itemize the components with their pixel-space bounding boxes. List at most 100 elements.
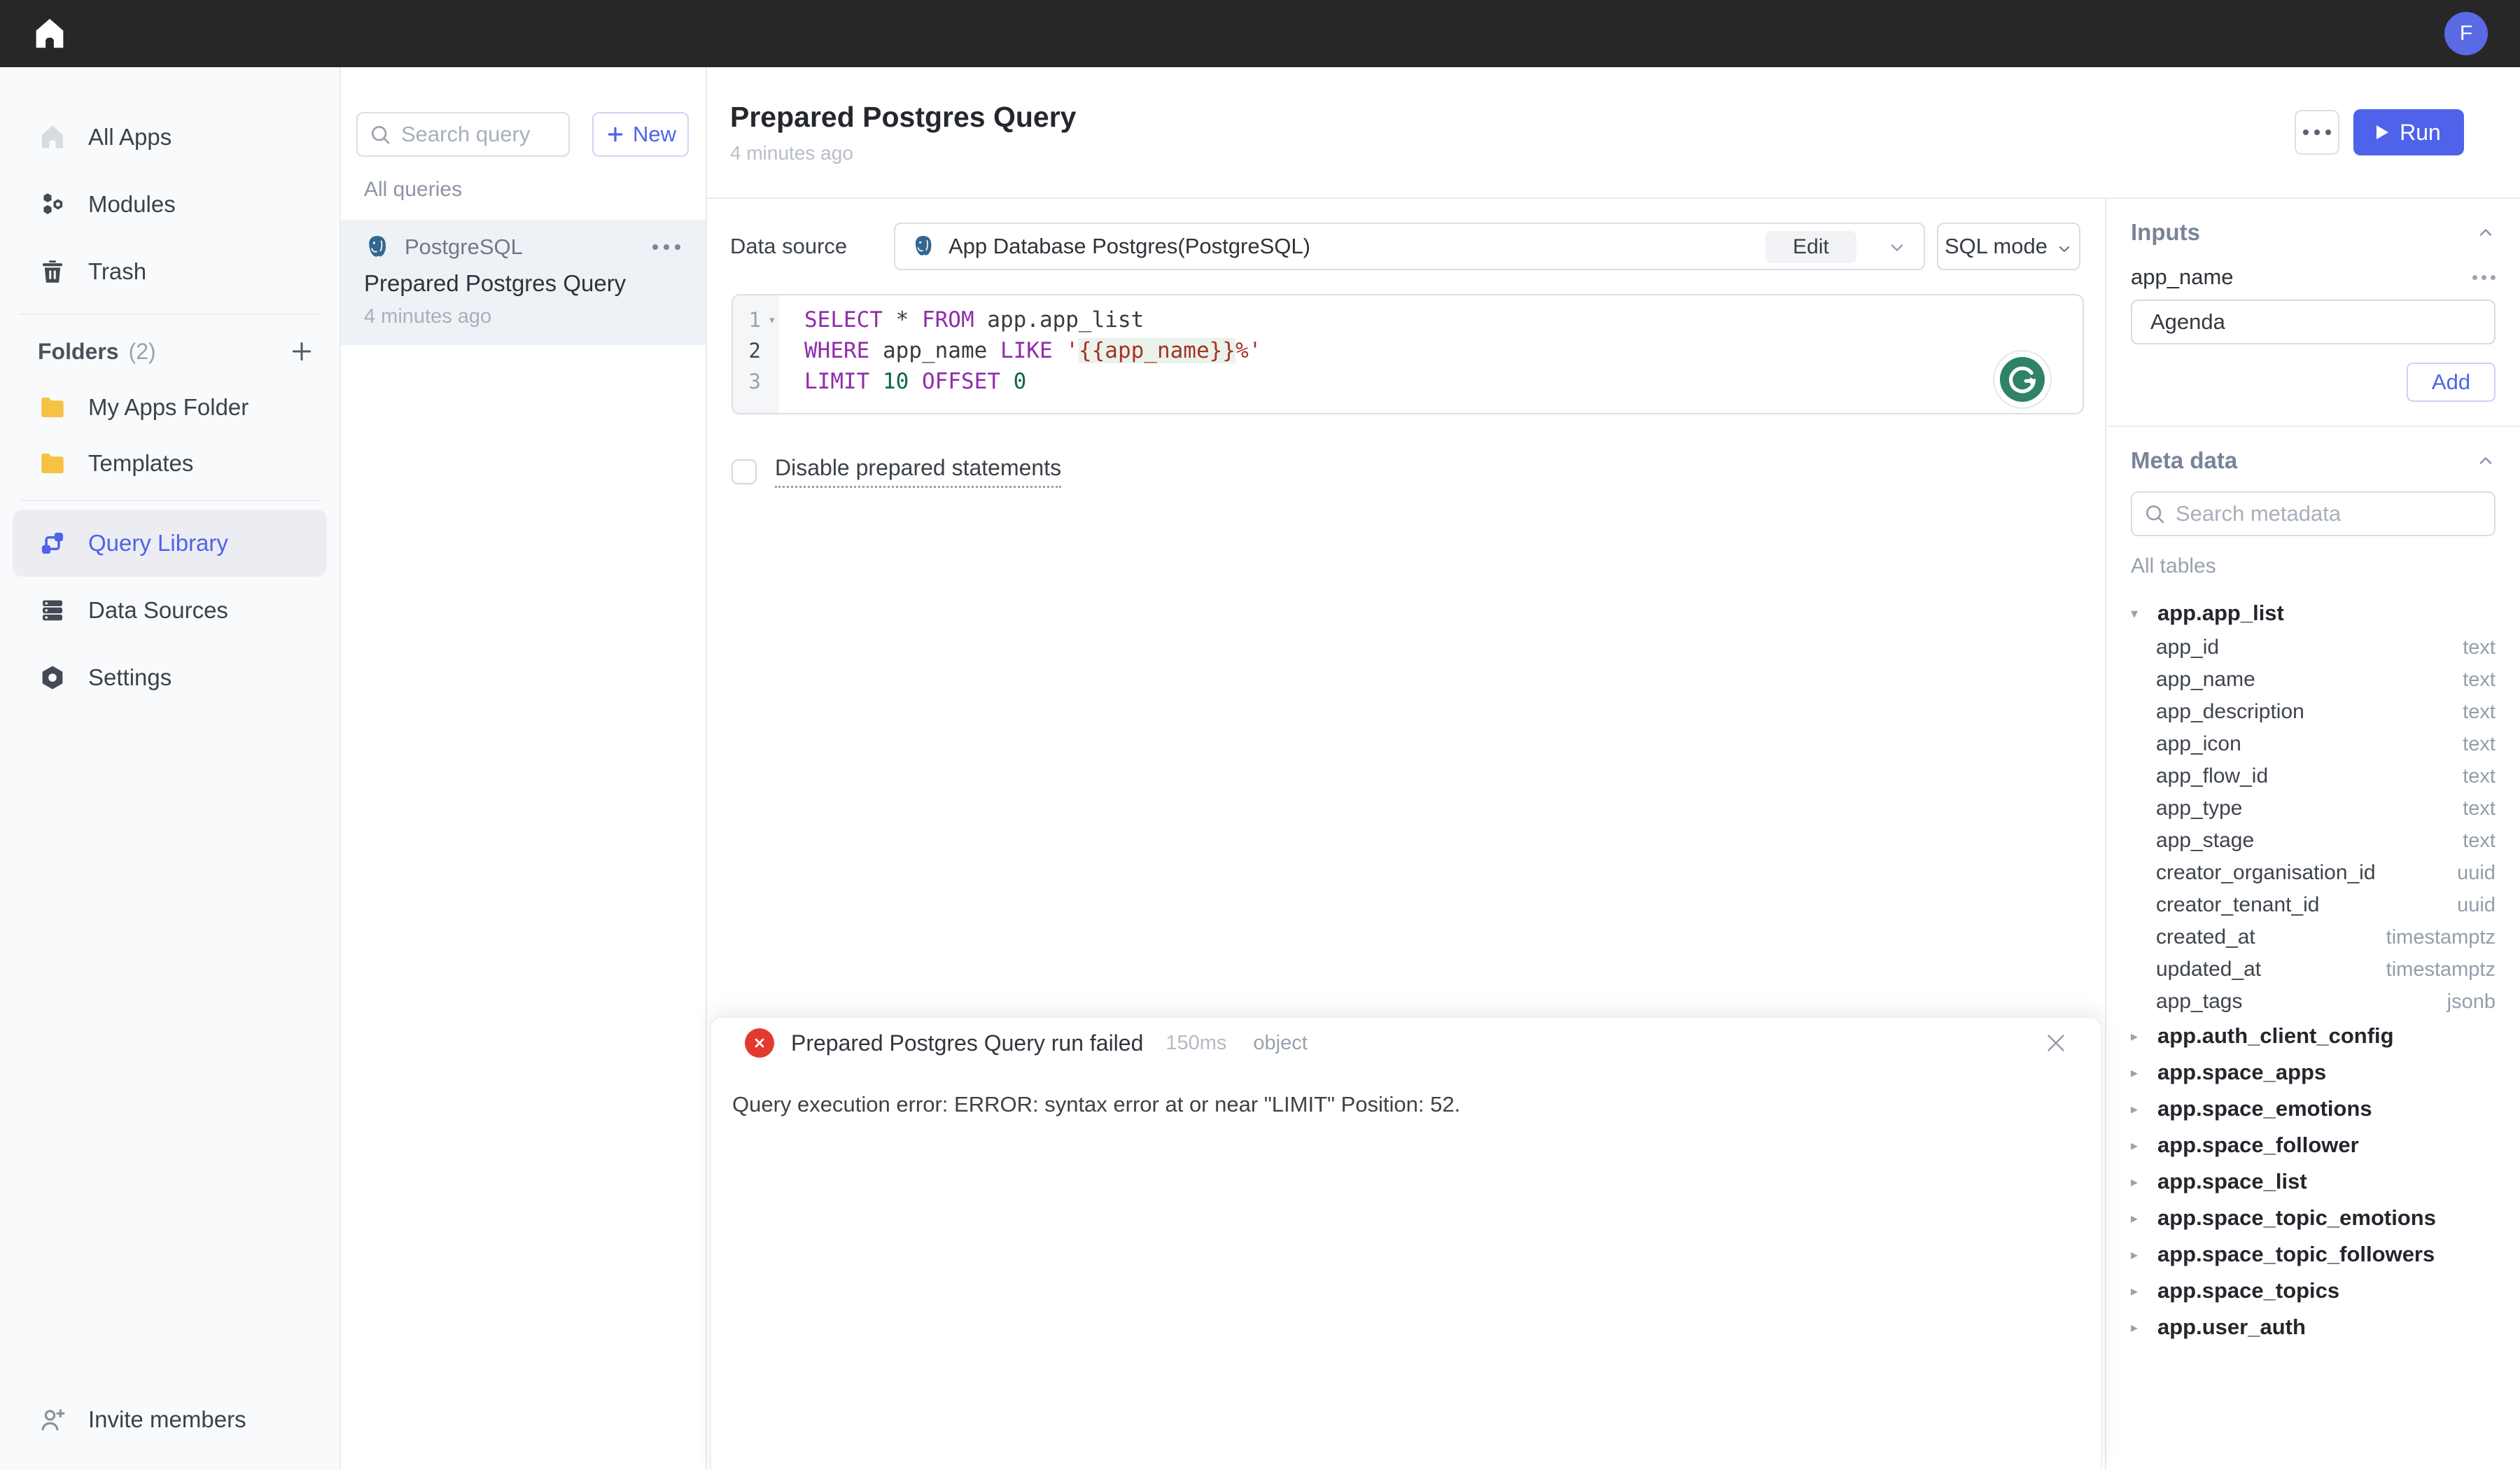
metadata-column-row[interactable]: app_stagetext (2131, 825, 2496, 857)
table-name: app.space_list (2157, 1169, 2307, 1194)
table-name: app.space_topic_emotions (2157, 1205, 2436, 1231)
metadata-column-row[interactable]: app_nametext (2131, 664, 2496, 696)
metadata-table-row-collapsed[interactable]: ▸app.space_topics (2131, 1273, 2496, 1309)
column-type: text (2463, 668, 2496, 692)
all-queries-label: All queries (364, 178, 706, 202)
add-parameter-button[interactable]: Add (2407, 363, 2496, 402)
sidebar-item-settings[interactable]: Settings (13, 644, 327, 711)
column-type: uuid (2457, 862, 2496, 885)
sql-mode-select[interactable]: SQL mode (1937, 223, 2080, 270)
metadata-column-row[interactable]: app_descriptiontext (2131, 696, 2496, 728)
column-name: app_stage (2156, 829, 2254, 853)
chevron-up-icon[interactable] (2476, 451, 2496, 470)
code-line: 1▾ SELECT * FROM app.app_list (733, 304, 2082, 335)
query-result-panel: Prepared Postgres Query run failed 150ms… (710, 1016, 2102, 1470)
caret-down-icon: ▾ (2131, 605, 2146, 622)
code-token: app.app_list (974, 307, 1144, 332)
play-icon (2376, 125, 2388, 139)
metadata-table-row-collapsed[interactable]: ▸app.space_emotions (2131, 1091, 2496, 1127)
line-number: 3 (733, 370, 761, 393)
sidebar-item-all-apps[interactable]: All Apps (13, 104, 327, 171)
modules-icon (38, 190, 67, 219)
sidebar-item-label: Modules (88, 191, 176, 218)
metadata-table-row-expanded[interactable]: ▾ app.app_list (2131, 595, 2496, 631)
home-icon (38, 122, 67, 152)
person-plus-icon (38, 1405, 67, 1434)
top-bar: F (0, 0, 2520, 67)
metadata-column-row[interactable]: app_flow_idtext (2131, 760, 2496, 792)
metadata-column-row[interactable]: updated_attimestamptz (2131, 953, 2496, 986)
line-number: 1 (733, 308, 761, 332)
metadata-column-row[interactable]: creator_tenant_iduuid (2131, 889, 2496, 921)
run-label: Run (2400, 120, 2441, 146)
sidebar-item-modules[interactable]: Modules (13, 171, 327, 238)
disable-prepared-statements-label: Disable prepared statements (775, 455, 1061, 488)
column-name: creator_tenant_id (2156, 893, 2320, 917)
table-name: app.auth_client_config (2157, 1023, 2394, 1049)
parameter-value-input[interactable] (2131, 300, 2496, 344)
new-query-button[interactable]: New (592, 112, 689, 157)
avatar[interactable]: F (2444, 12, 2488, 55)
data-source-select[interactable]: App Database Postgres(PostgreSQL) Edit (894, 223, 1925, 270)
metadata-table-row-collapsed[interactable]: ▸app.space_follower (2131, 1127, 2496, 1163)
query-item-menu-icon[interactable] (652, 244, 680, 250)
add-folder-icon[interactable] (288, 337, 316, 365)
all-tables-label: All tables (2131, 554, 2496, 578)
sidebar-item-my-apps-folder[interactable]: My Apps Folder (13, 379, 327, 435)
query-options-button[interactable] (2295, 110, 2339, 155)
home-icon[interactable] (31, 15, 69, 52)
ellipsis-icon (2303, 130, 2331, 135)
metadata-column-row[interactable]: created_attimestamptz (2131, 921, 2496, 953)
disable-prepared-statements-checkbox[interactable] (732, 459, 757, 484)
table-name: app.space_apps (2157, 1060, 2326, 1085)
metadata-table-row-collapsed[interactable]: ▸app.auth_client_config (2131, 1018, 2496, 1054)
postgresql-icon (911, 234, 936, 259)
code-token: ' (1065, 338, 1079, 363)
caret-right-icon: ▸ (2131, 1137, 2146, 1154)
invite-members-button[interactable]: Invite members (13, 1392, 327, 1448)
table-name: app.user_auth (2157, 1315, 2306, 1340)
sidebar-item-label: Settings (88, 664, 172, 691)
run-button[interactable]: Run (2353, 109, 2464, 155)
caret-right-icon: ▸ (2131, 1064, 2146, 1082)
metadata-column-row[interactable]: app_idtext (2131, 631, 2496, 664)
edit-data-source-button[interactable]: Edit (1765, 231, 1856, 263)
column-name: app_tags (2156, 990, 2242, 1014)
metadata-table-row-collapsed[interactable]: ▸app.space_topic_followers (2131, 1236, 2496, 1273)
error-duration: 150ms (1166, 1032, 1226, 1055)
metadata-table-row-collapsed[interactable]: ▸app.space_topic_emotions (2131, 1200, 2496, 1236)
metadata-column-row[interactable]: app_typetext (2131, 792, 2496, 825)
parameter-name: app_name (2131, 265, 2234, 290)
search-metadata-input[interactable] (2131, 491, 2496, 536)
column-name: app_flow_id (2156, 764, 2268, 788)
error-icon (745, 1028, 774, 1058)
metadata-column-row[interactable]: app_icontext (2131, 728, 2496, 760)
code-line: 3LIMIT 10 OFFSET 0 (733, 366, 2082, 397)
metadata-column-row[interactable]: app_tagsjsonb (2131, 986, 2496, 1018)
metadata-table-row-collapsed[interactable]: ▸ app.space_apps (2131, 1054, 2496, 1091)
fold-caret-icon[interactable]: ▾ (762, 312, 782, 328)
query-list-item[interactable]: PostgreSQL Prepared Postgres Query 4 min… (341, 220, 706, 345)
sidebar-item-query-library[interactable]: Query Library (13, 510, 327, 577)
chevron-up-icon[interactable] (2476, 223, 2496, 242)
code-text: SELECT * FROM app.app_list (804, 307, 1144, 332)
metadata-column-row[interactable]: creator_organisation_iduuid (2131, 857, 2496, 889)
divider (20, 314, 320, 315)
plus-icon (605, 124, 626, 145)
sidebar-item-templates[interactable]: Templates (13, 435, 327, 491)
sql-code-editor[interactable]: 1▾SELECT * FROM app.app_list2WHERE app_n… (732, 294, 2084, 414)
metadata-table-row-collapsed[interactable]: ▸app.user_auth (2131, 1309, 2496, 1345)
sidebar-item-trash[interactable]: Trash (13, 238, 327, 305)
sidebar-item-data-sources[interactable]: Data Sources (13, 577, 327, 644)
code-token: FROM (922, 307, 974, 332)
caret-right-icon: ▸ (2131, 1173, 2146, 1191)
divider (2106, 426, 2520, 427)
close-icon[interactable] (2043, 1030, 2068, 1056)
column-type: text (2463, 701, 2496, 724)
folder-icon (38, 393, 67, 422)
parameter-menu-icon[interactable] (2472, 275, 2496, 280)
sql-mode-label: SQL mode (1945, 234, 2047, 259)
grammarly-icon[interactable] (1993, 350, 2052, 409)
metadata-table-row-collapsed[interactable]: ▸ app.space_list (2131, 1163, 2496, 1200)
code-text: WHERE app_name LIKE '{{app_name}}%' (804, 338, 1261, 363)
